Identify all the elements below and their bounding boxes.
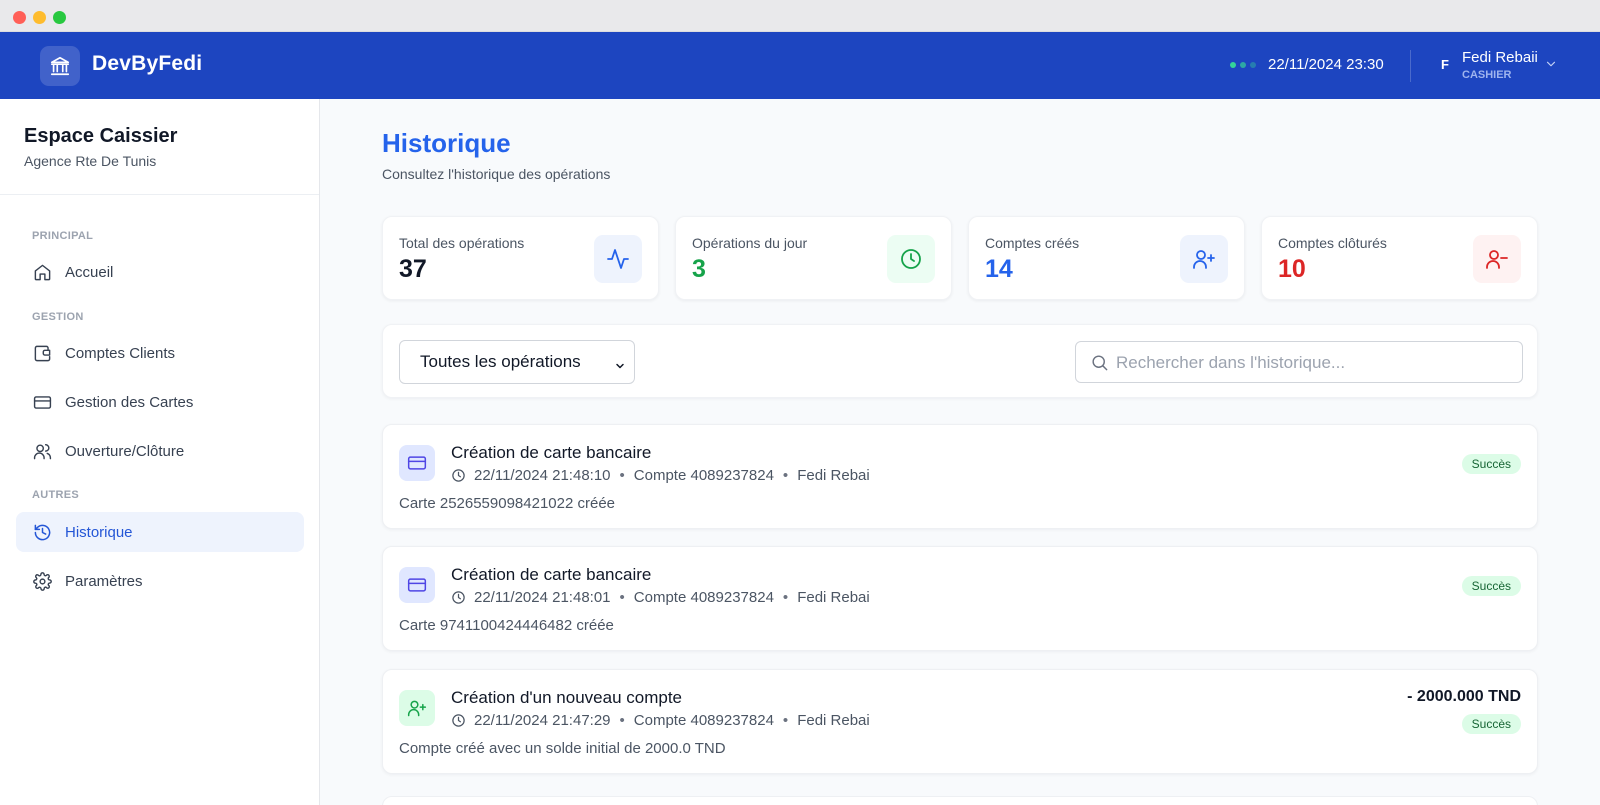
sidebar-item-ouverture-cloture[interactable]: Ouverture/Clôture <box>16 431 304 471</box>
home-icon <box>32 262 52 282</box>
user-role: CASHIER <box>1462 69 1512 81</box>
top-navbar: DevByFedi 22/11/2024 23:30 F Fedi Rebaii… <box>0 32 1600 99</box>
brand-name[interactable]: DevByFedi <box>92 52 202 76</box>
stat-value: 10 <box>1278 255 1306 283</box>
operation-description: Carte 2526559098421022 créée <box>399 495 616 512</box>
operation-description: Compte créé avec un solde initial de 200… <box>399 740 726 757</box>
operation-title: Création d'un nouveau compte <box>451 688 683 707</box>
user-minus-icon <box>1473 235 1521 283</box>
status-badge: Succès <box>1461 714 1521 734</box>
users-icon <box>32 441 52 461</box>
stat-card-total-operations: Total des opérations 37 <box>382 216 659 300</box>
header-divider <box>1410 50 1411 82</box>
stat-card-comptes-crees: Comptes créés 14 <box>968 216 1245 300</box>
sidebar-item-gestion-cartes[interactable]: Gestion des Cartes <box>16 382 304 422</box>
operation-meta: 22/11/2024 21:48:10 • Compte 4089237824 … <box>451 467 870 484</box>
operation-datetime: 22/11/2024 21:47:29 <box>474 712 611 729</box>
stat-label: Comptes créés <box>985 235 1080 251</box>
user-name[interactable]: Fedi Rebaii <box>1462 49 1538 66</box>
operation-datetime: 22/11/2024 21:48:01 <box>474 589 611 606</box>
activity-icon <box>594 235 642 283</box>
stat-label: Total des opérations <box>399 235 525 251</box>
stat-label: Opérations du jour <box>692 235 808 251</box>
stat-card-operations-jour: Opérations du jour 3 <box>675 216 952 300</box>
chevron-down-icon <box>614 357 626 377</box>
operation-account: Compte 4089237824 <box>633 712 774 729</box>
stat-label: Comptes clôturés <box>1278 235 1387 251</box>
credit-card-icon <box>399 567 435 603</box>
operation-item[interactable]: Création d'un nouveau compte 22/11/2024 … <box>382 669 1538 774</box>
credit-card-icon <box>399 445 435 481</box>
operation-description: Carte 9741100424446482 créée <box>399 617 614 634</box>
operation-meta: 22/11/2024 21:48:01 • Compte 4089237824 … <box>451 589 870 606</box>
search-icon <box>1090 353 1109 377</box>
section-label-principal: PRINCIPAL <box>32 230 94 242</box>
operation-user: Fedi Rebai <box>797 712 870 729</box>
clock-icon <box>887 235 935 283</box>
chevron-down-icon[interactable] <box>1544 57 1558 76</box>
stat-value: 3 <box>692 255 706 283</box>
sidebar-item-label: Comptes Clients <box>65 344 176 362</box>
connection-status-indicator <box>1230 62 1256 68</box>
sidebar-item-label: Accueil <box>65 263 114 281</box>
page-subtitle: Consultez l'historique des opérations <box>382 166 611 182</box>
operation-user: Fedi Rebai <box>797 467 870 484</box>
gear-icon <box>32 571 52 591</box>
sidebar-item-accueil[interactable]: Accueil <box>16 252 304 292</box>
operation-meta: 22/11/2024 21:47:29 • Compte 4089237824 … <box>451 712 870 729</box>
stat-card-comptes-clotures: Comptes clôturés 10 <box>1261 216 1538 300</box>
stat-value: 14 <box>985 255 1013 283</box>
operation-item[interactable]: Création de carte bancaire 22/11/2024 21… <box>382 546 1538 651</box>
sidebar-item-historique[interactable]: Historique <box>16 512 304 552</box>
user-plus-icon <box>1180 235 1228 283</box>
credit-card-icon <box>32 392 52 412</box>
status-badge: Succès <box>1461 454 1521 474</box>
user-avatar[interactable]: F <box>1441 57 1449 72</box>
filter-bar: Toutes les opérations <box>382 324 1538 398</box>
sidebar-item-label: Historique <box>65 523 133 541</box>
section-label-autres: AUTRES <box>32 489 80 501</box>
operation-item[interactable]: Création de carte bancaire 22/11/2024 21… <box>382 424 1538 529</box>
window-titlebar <box>0 0 1600 32</box>
window-close-button[interactable] <box>13 11 26 24</box>
sidebar-header: Espace Caissier Agence Rte De Tunis <box>0 99 319 195</box>
user-plus-icon <box>399 690 435 726</box>
page-title: Historique <box>382 128 511 158</box>
operation-amount: - 2000.000 TND <box>1407 688 1521 705</box>
window-maximize-button[interactable] <box>53 11 66 24</box>
clock-icon <box>451 713 466 728</box>
sidebar-item-parametres[interactable]: Paramètres <box>16 561 304 601</box>
operation-title: Création de carte bancaire <box>451 443 652 462</box>
operation-account: Compte 4089237824 <box>633 467 774 484</box>
current-datetime: 22/11/2024 23:30 <box>1268 56 1384 73</box>
operation-title: Création de carte bancaire <box>451 565 652 584</box>
sidebar-title: Espace Caissier <box>24 125 178 147</box>
bank-logo-icon[interactable] <box>40 46 80 86</box>
operation-account: Compte 4089237824 <box>633 589 774 606</box>
sidebar-item-label: Gestion des Cartes <box>65 393 194 411</box>
sidebar: Espace Caissier Agence Rte De Tunis PRIN… <box>0 99 320 805</box>
operation-datetime: 22/11/2024 21:48:10 <box>474 467 611 484</box>
search-input[interactable] <box>1116 350 1512 376</box>
sidebar-item-label: Paramètres <box>65 572 143 590</box>
window-minimize-button[interactable] <box>33 11 46 24</box>
operation-user: Fedi Rebai <box>797 589 870 606</box>
clock-icon <box>451 468 466 483</box>
sidebar-item-comptes-clients[interactable]: Comptes Clients <box>16 333 304 373</box>
status-badge: Succès <box>1461 576 1521 596</box>
section-label-gestion: GESTION <box>32 311 84 323</box>
sidebar-subtitle: Agence Rte De Tunis <box>24 153 157 169</box>
sidebar-item-label: Ouverture/Clôture <box>65 442 185 460</box>
history-icon <box>32 522 52 542</box>
wallet-icon <box>32 343 52 363</box>
operation-item[interactable] <box>382 796 1538 805</box>
clock-icon <box>451 590 466 605</box>
select-value: Toutes les opérations <box>420 352 581 371</box>
operation-type-select[interactable]: Toutes les opérations <box>399 340 635 384</box>
stat-value: 37 <box>399 255 427 283</box>
search-box <box>1075 341 1523 383</box>
